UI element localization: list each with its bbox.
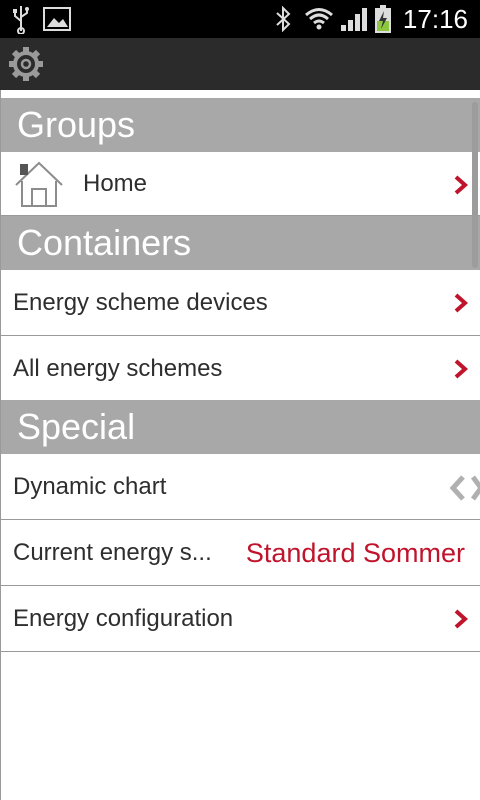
bluetooth-icon: [272, 0, 294, 38]
image-icon: [42, 0, 72, 38]
section-title: Groups: [17, 104, 136, 145]
list-item-home[interactable]: Home: [1, 152, 480, 216]
battery-charging-icon: [372, 0, 394, 38]
wifi-icon: [302, 0, 336, 38]
list-item-label: Current energy s...: [13, 539, 212, 566]
action-bar: [0, 38, 480, 90]
usb-icon: [10, 0, 32, 38]
status-bar: 17:16: [0, 0, 480, 38]
list-item-energy-scheme-devices[interactable]: Energy scheme devices: [1, 270, 480, 336]
list-item-label: Energy configuration: [13, 605, 234, 632]
section-header-special: Special: [1, 400, 480, 454]
list-item-all-energy-schemes[interactable]: All energy schemes: [1, 336, 480, 402]
chevron-right-icon: [453, 292, 469, 314]
section-title: Special: [17, 406, 136, 447]
code-brackets-icon: [449, 474, 480, 502]
section-title: Containers: [17, 222, 192, 263]
signal-icon: [338, 0, 370, 38]
list-item-dynamic-chart[interactable]: Dynamic chart: [1, 454, 480, 520]
gear-icon[interactable]: [8, 46, 44, 82]
list-item-label: Energy scheme devices: [13, 289, 268, 316]
chevron-right-icon: [453, 174, 469, 196]
chevron-right-icon: [453, 358, 469, 380]
status-clock: 17:16: [402, 4, 468, 34]
list-item-label: All energy schemes: [13, 355, 223, 382]
list-item-label: Dynamic chart: [13, 473, 167, 500]
list-item-energy-configuration[interactable]: Energy configuration: [1, 586, 480, 652]
section-header-containers: Containers: [1, 216, 480, 270]
scrollbar[interactable]: [472, 102, 478, 268]
settings-list: Groups Home Containers Energy scheme dev…: [0, 90, 480, 800]
current-scheme-value: Standard Sommer: [245, 538, 465, 568]
list-item-label: Home: [83, 170, 148, 197]
list-item-current-energy-scheme[interactable]: Current energy s... Standard Sommer: [1, 520, 480, 586]
home-icon: [13, 160, 65, 210]
section-header-groups: Groups: [1, 98, 480, 152]
chevron-right-icon: [453, 608, 469, 630]
